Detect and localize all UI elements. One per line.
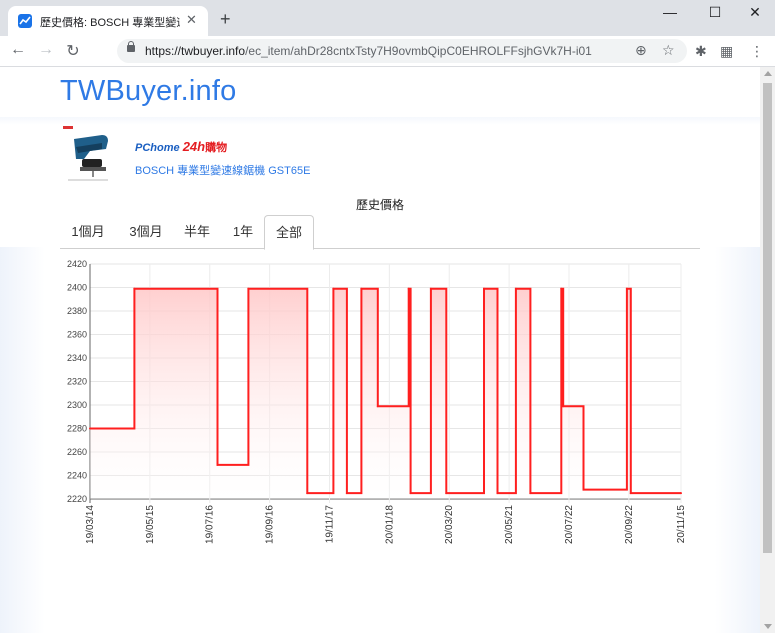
browser-tab-strip: 歷史價格: BOSCH 專業型變速線鋸 ✕ + — ☐ ✕	[0, 0, 775, 36]
tab-1-year[interactable]: 1年	[222, 215, 264, 248]
x-tick-label: 20/05/21	[504, 505, 515, 544]
close-tab-icon[interactable]: ✕	[186, 12, 197, 28]
price-point[interactable]	[680, 492, 682, 495]
puzzle-icon[interactable]: ✱	[695, 43, 707, 60]
page-content: TWBuyer.info PChome 24h購物 BOSCH 專業型變速線鋸機…	[0, 67, 760, 633]
tab-3-months[interactable]: 3個月	[118, 215, 174, 248]
price-point[interactable]	[560, 287, 563, 290]
y-tick-label: 2340	[67, 353, 87, 363]
price-point[interactable]	[429, 287, 432, 290]
right-background	[715, 247, 760, 633]
y-tick-label: 2280	[67, 424, 87, 434]
star-icon[interactable]: ☆	[662, 42, 675, 59]
chart-favicon-icon	[18, 14, 32, 28]
y-tick-label: 2240	[67, 471, 87, 481]
browser-tab[interactable]: 歷史價格: BOSCH 專業型變速線鋸 ✕	[8, 6, 208, 36]
product-image[interactable]	[62, 125, 120, 185]
price-history-chart: 2220 2240 2260 2280 2300 2320 2340 2360 2380 2400…	[67, 259, 687, 544]
url-text[interactable]: https://twbuyer.info/ec_item/ahDr28cntxT…	[145, 44, 630, 58]
x-tick-label: 20/01/18	[384, 505, 395, 544]
y-tick-label: 2320	[67, 377, 87, 387]
scroll-up-icon[interactable]	[764, 71, 772, 76]
price-point[interactable]	[529, 492, 532, 495]
tab-half-year[interactable]: 半年	[176, 215, 218, 248]
price-point[interactable]	[445, 492, 448, 495]
price-point[interactable]	[133, 287, 136, 290]
x-tick-label: 19/09/16	[265, 505, 276, 544]
maximize-button[interactable]: ☐	[695, 4, 735, 21]
x-tick-label: 19/03/14	[85, 505, 96, 544]
y-tick-label: 2360	[67, 330, 87, 340]
tab-all[interactable]: 全部	[264, 215, 314, 250]
price-area	[90, 288, 681, 499]
y-tick-label: 2400	[67, 283, 87, 293]
price-point[interactable]	[514, 287, 517, 290]
price-point[interactable]	[345, 492, 348, 495]
price-point[interactable]	[409, 492, 412, 495]
x-tick-label: 20/09/22	[624, 505, 635, 544]
period-tabs: 1個月 3個月 半年 1年 全部	[60, 215, 700, 250]
x-tick-label: 20/07/22	[564, 505, 575, 544]
address-bar[interactable]: https://twbuyer.info/ec_item/ahDr28cntxT…	[117, 39, 687, 63]
scrollbar-thumb[interactable]	[763, 83, 772, 553]
price-point[interactable]	[407, 287, 410, 290]
price-point[interactable]	[360, 287, 363, 290]
price-point[interactable]	[496, 492, 499, 495]
header-divider	[0, 117, 760, 125]
add-circle-icon[interactable]: ⊕	[635, 42, 647, 59]
x-tick-label: 19/11/17	[324, 505, 335, 544]
price-point[interactable]	[247, 287, 250, 290]
price-point[interactable]	[306, 492, 309, 495]
arrow-left-icon[interactable]: ←	[8, 41, 28, 59]
x-tick-label: 20/03/20	[444, 505, 455, 544]
vertical-scrollbar[interactable]	[760, 67, 775, 633]
y-tick-label: 2420	[67, 259, 87, 269]
minimize-button[interactable]: —	[650, 4, 690, 20]
close-window-button[interactable]: ✕	[735, 4, 775, 21]
arrow-right-icon[interactable]: →	[36, 41, 56, 59]
y-tick-label: 2260	[67, 447, 87, 457]
price-point[interactable]	[562, 405, 565, 408]
price-point[interactable]	[376, 405, 379, 408]
left-background	[0, 247, 45, 633]
tab-1-month[interactable]: 1個月	[60, 215, 116, 248]
reload-icon[interactable]: ↻	[63, 41, 83, 61]
x-tick-label: 19/07/16	[205, 505, 216, 544]
price-point[interactable]	[332, 287, 335, 290]
x-tick-label: 20/11/15	[676, 505, 687, 544]
y-tick-label: 2380	[67, 306, 87, 316]
y-tick-label: 2300	[67, 400, 87, 410]
price-point[interactable]	[89, 427, 91, 430]
price-point[interactable]	[629, 492, 632, 495]
browser-toolbar: ← → ↻ https://twbuyer.info/ec_item/ahDr2…	[0, 36, 775, 67]
product-name-link[interactable]: BOSCH 專業型變速線鋸機 GST65E	[135, 162, 310, 178]
price-point[interactable]	[483, 287, 485, 290]
x-tick-label: 19/05/15	[145, 505, 156, 544]
y-tick-label: 2220	[67, 494, 87, 504]
site-logo[interactable]: TWBuyer.info	[60, 75, 236, 108]
price-point[interactable]	[625, 287, 628, 290]
price-point[interactable]	[582, 488, 585, 491]
tab-title: 歷史價格: BOSCH 專業型變速線鋸	[40, 17, 180, 29]
new-tab-button[interactable]: +	[220, 10, 231, 28]
store-logo[interactable]: PChome 24h購物	[135, 139, 227, 155]
kebab-menu-icon[interactable]: ⋮	[750, 43, 764, 60]
section-title: 歷史價格	[355, 198, 404, 212]
price-point[interactable]	[216, 463, 219, 466]
lock-icon	[127, 41, 135, 52]
profile-icon[interactable]: ▦	[720, 43, 733, 60]
scroll-down-icon[interactable]	[764, 624, 772, 629]
